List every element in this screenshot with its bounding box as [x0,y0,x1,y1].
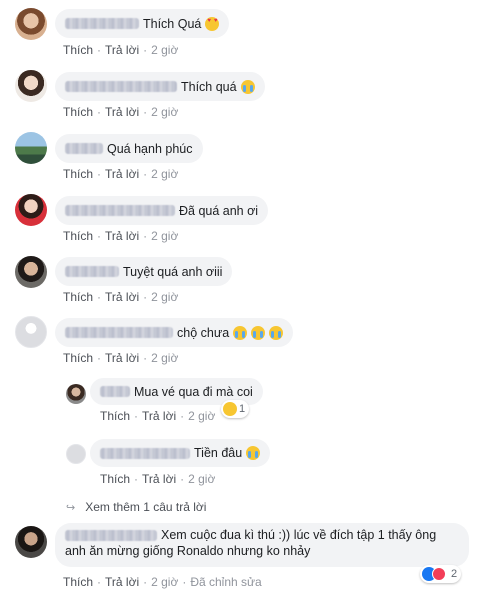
comment-text: Quá hạnh phúc [107,141,193,156]
crying-emoji-icon [233,325,248,340]
blurred-username [65,18,139,29]
reply-actions: Thích · Trả lời · 2 giờ [100,472,216,486]
comment-bubble: Quá hạnh phúc [55,134,203,163]
like-link[interactable]: Thích [100,472,130,486]
reply-link[interactable]: Trả lời [105,105,139,119]
avatar[interactable] [15,526,47,558]
like-link[interactable]: Thích [63,290,93,304]
avatar[interactable] [15,316,47,348]
comment-actions: Thích · Trả lời · 2 giờ [63,351,179,365]
timestamp[interactable]: 2 giờ [151,105,178,119]
reply-link[interactable]: Trả lời [105,229,139,243]
like-link[interactable]: Thích [100,409,130,423]
avatar[interactable] [66,444,86,464]
comment-actions: Thích · Trả lời · 2 giờ [63,167,179,181]
avatar[interactable] [15,194,47,226]
sad-reaction-icon [223,402,237,416]
avatar[interactable] [15,8,47,40]
reply-actions: Thích · Trả lời · 2 giờ [100,409,216,423]
comment-bubble: Đã quá anh ơi [55,196,269,225]
comment-text: chộ chưa [177,325,230,340]
reply-arrow-icon: ↪ [66,502,76,514]
edited-label[interactable]: Đã chỉnh sửa [190,575,261,589]
reply-text: Tiền đâu [194,446,243,460]
crying-emoji-icon [240,79,255,94]
comment-actions: Thích · Trả lời · 2 giờ [63,43,179,57]
like-link[interactable]: Thích [63,575,93,589]
timestamp[interactable]: 2 giờ [151,290,178,304]
reaction-badge[interactable]: 1 [221,400,250,418]
timestamp[interactable]: 2 giờ [151,229,178,243]
avatar[interactable] [66,384,86,404]
like-link[interactable]: Thích [63,351,93,365]
reply-text: Mua vé qua đi mà coi [134,384,253,399]
blurred-username [65,266,119,277]
comment-bubble: chộ chưa [55,318,294,347]
comment-text: Thích quá [181,79,237,94]
blurred-username [65,530,157,542]
comment-bubble: Xem cuộc đua kì thú :)) lúc về đích tập … [55,523,469,567]
heart-eyes-emoji-icon [205,16,220,31]
reaction-count: 2 [451,568,458,580]
blurred-username [100,386,130,397]
reply-bubble: Tiền đâu [90,439,271,467]
timestamp[interactable]: 2 giờ [151,167,178,181]
timestamp[interactable]: 2 giờ [188,409,215,423]
comment-actions: Thích · Trả lời · 2 giờ [63,229,179,243]
timestamp[interactable]: 2 giờ [151,575,178,589]
blurred-username [65,143,103,154]
timestamp[interactable]: 2 giờ [151,43,178,57]
view-more-label: Xem thêm 1 câu trả lời [85,500,207,514]
comment-text: Đã quá anh ơi [179,203,259,218]
avatar[interactable] [15,70,47,102]
avatar[interactable] [15,256,47,288]
comment-text: Thích Quá [143,16,202,31]
love-reaction-icon [432,567,446,581]
blurred-username [65,205,175,216]
reply-link[interactable]: Trả lời [105,43,139,57]
comment-text-line1: Xem cuộc đua kì thú :)) lúc về đích tập … [161,528,437,542]
comment-actions: Thích · Trả lời · 2 giờ [63,105,179,119]
crying-emoji-icon [246,446,261,460]
comment-text-line2: anh ăn mừng giống Ronaldo nhưng ko nhảy [65,544,311,558]
blurred-username [65,327,173,338]
reaction-badge[interactable]: 2 [420,565,462,583]
comment-bubble: Tuyệt quá anh ơiii [55,257,233,286]
like-link[interactable]: Thích [63,43,93,57]
like-link[interactable]: Thích [63,229,93,243]
view-more-replies-link[interactable]: ↪ Xem thêm 1 câu trả lời [66,500,206,514]
crying-emoji-icon [251,325,266,340]
comment-bubble: Thích Quá [55,9,230,38]
reaction-count: 1 [239,403,246,415]
reply-link[interactable]: Trả lời [142,409,176,423]
comment-text: Tuyệt quá anh ơiii [123,264,223,279]
comment-actions: Thích · Trả lời · 2 giờ · Đã chỉnh sửa [63,575,262,589]
crying-emoji-icon [269,325,284,340]
blurred-username [65,81,177,92]
timestamp[interactable]: 2 giờ [151,351,178,365]
like-link[interactable]: Thích [63,105,93,119]
reply-link[interactable]: Trả lời [105,167,139,181]
reply-link[interactable]: Trả lời [105,351,139,365]
like-link[interactable]: Thích [63,167,93,181]
reply-link[interactable]: Trả lời [105,575,139,589]
comment-bubble: Thích quá [55,72,265,101]
timestamp[interactable]: 2 giờ [188,472,215,486]
reply-link[interactable]: Trả lời [105,290,139,304]
reply-link[interactable]: Trả lời [142,472,176,486]
avatar[interactable] [15,132,47,164]
blurred-username [100,447,190,459]
comment-actions: Thích · Trả lời · 2 giờ [63,290,179,304]
